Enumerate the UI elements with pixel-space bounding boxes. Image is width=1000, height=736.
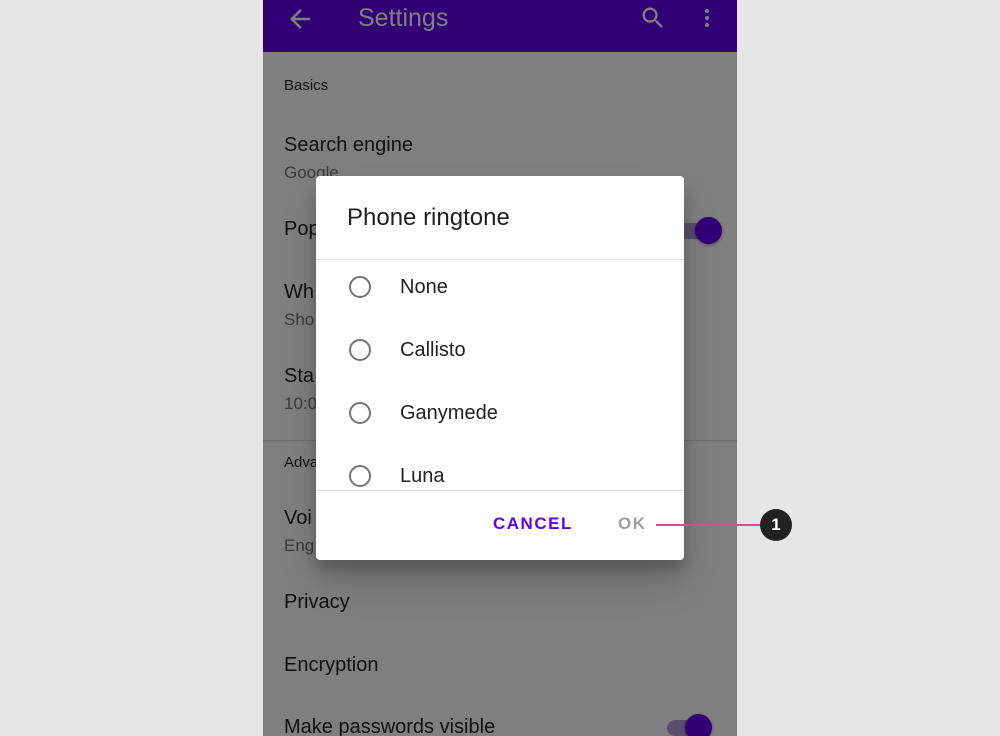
ringtone-option-callisto[interactable]: Callisto (316, 336, 684, 396)
radio-unchecked-icon[interactable] (349, 339, 371, 361)
ringtone-option-label: Callisto (400, 339, 466, 361)
ringtone-dialog: Phone ringtone None Callisto Ganymede Lu… (316, 176, 684, 560)
callout-badge: 1 (760, 509, 792, 541)
ringtone-option-label: Ganymede (400, 402, 498, 424)
dialog-title: Phone ringtone (347, 204, 510, 231)
ringtone-option-none[interactable]: None (316, 273, 684, 333)
radio-unchecked-icon[interactable] (349, 276, 371, 298)
ringtone-option-ganymede[interactable]: Ganymede (316, 399, 684, 459)
ok-button[interactable]: OK (618, 514, 647, 534)
ringtone-option-label: None (400, 276, 448, 298)
ringtone-options-list[interactable]: None Callisto Ganymede Luna (316, 260, 684, 490)
ringtone-option-luna[interactable]: Luna (316, 462, 684, 490)
ringtone-option-label: Luna (400, 465, 445, 487)
cancel-button[interactable]: CANCEL (493, 514, 573, 534)
radio-unchecked-icon[interactable] (349, 402, 371, 424)
dialog-bottom-divider (316, 490, 684, 491)
radio-unchecked-icon[interactable] (349, 465, 371, 487)
callout-line (656, 524, 761, 526)
